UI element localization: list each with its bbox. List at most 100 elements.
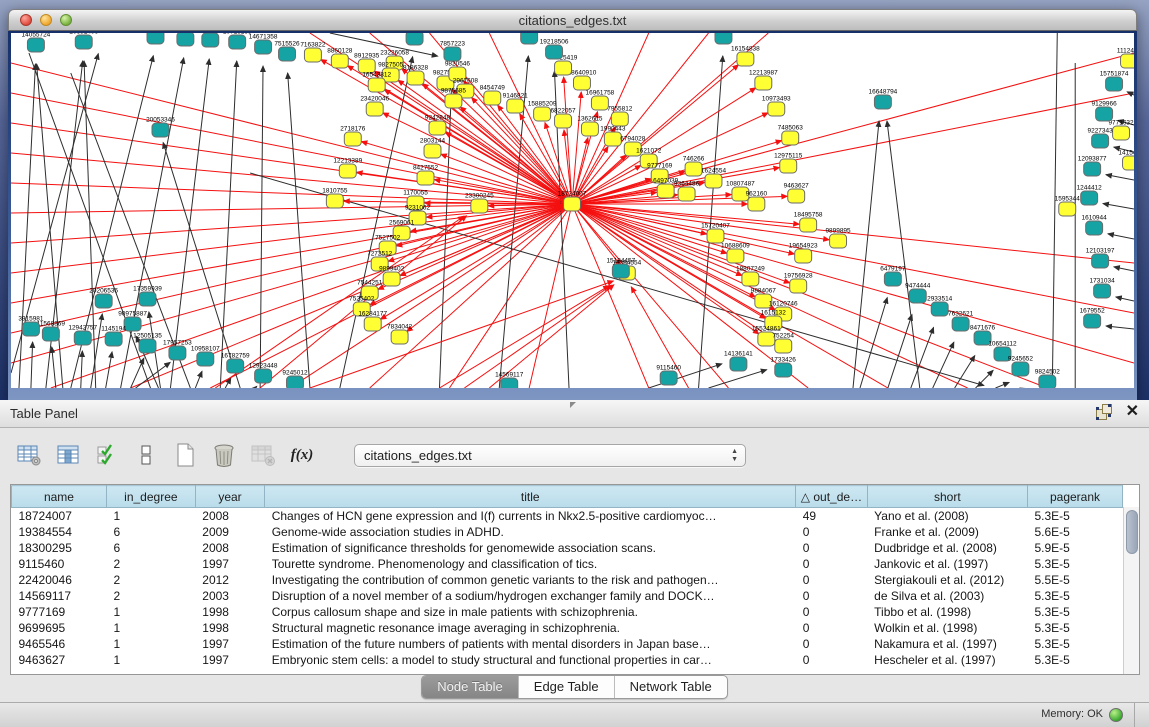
graph-node[interactable] xyxy=(573,76,590,90)
graph-node[interactable] xyxy=(1106,77,1123,91)
graph-node[interactable] xyxy=(255,369,272,383)
graph-node[interactable] xyxy=(383,272,400,286)
graph-node[interactable] xyxy=(1094,284,1111,298)
graph-node[interactable] xyxy=(287,376,304,388)
table-cell[interactable]: 9465546 xyxy=(12,636,107,652)
table-cell[interactable]: 0 xyxy=(796,604,867,620)
graph-node[interactable] xyxy=(782,131,799,145)
graph-node[interactable] xyxy=(705,174,722,188)
scrollbar-thumb[interactable] xyxy=(1126,510,1138,554)
column-chooser-button[interactable] xyxy=(133,442,159,468)
column-header[interactable]: △ out_de… xyxy=(796,486,867,508)
graph-node[interactable] xyxy=(124,317,141,331)
table-row[interactable]: 911546021997Tourette syndrome. Phenomeno… xyxy=(12,556,1123,572)
table-cell[interactable]: 1997 xyxy=(195,636,264,652)
table-cell[interactable]: Estimation of the future numbers of pati… xyxy=(265,636,796,652)
table-cell[interactable]: 1 xyxy=(106,604,195,620)
table-cell[interactable]: 9699695 xyxy=(12,620,107,636)
graph-node[interactable] xyxy=(555,114,572,128)
graph-node[interactable] xyxy=(715,33,732,44)
table-cell[interactable]: 22420046 xyxy=(12,572,107,588)
table-cell[interactable]: 1 xyxy=(106,620,195,636)
table-cell[interactable]: 5.3E-5 xyxy=(1027,508,1122,525)
graph-node[interactable] xyxy=(229,35,246,49)
graph-node[interactable] xyxy=(591,96,608,110)
graph-node[interactable] xyxy=(75,35,92,49)
table-cell[interactable]: Embryonic stem cells: a model to study s… xyxy=(265,652,796,668)
graph-node[interactable] xyxy=(1039,375,1056,388)
table-row[interactable]: 2242004622012Investigating the contribut… xyxy=(12,572,1123,588)
table-cell[interactable]: Wolkin et al. (1998) xyxy=(867,620,1027,636)
graph-node[interactable] xyxy=(255,40,272,54)
table-cell[interactable]: 6 xyxy=(106,524,195,540)
graph-node[interactable] xyxy=(1121,54,1134,68)
table-cell[interactable]: Nakamura et al. (1997) xyxy=(867,636,1027,652)
graph-node[interactable] xyxy=(952,317,969,331)
table-row[interactable]: 946362711997Embryonic stem cells: a mode… xyxy=(12,652,1123,668)
table-cell[interactable]: Investigating the contribution of common… xyxy=(265,572,796,588)
graph-node[interactable] xyxy=(604,132,621,146)
node-table[interactable]: namein_degreeyeartitle△ out_de…shortpage… xyxy=(10,484,1140,675)
graph-node[interactable] xyxy=(22,322,39,336)
delete-table-button[interactable] xyxy=(250,442,276,468)
select-rows-button[interactable] xyxy=(94,442,120,468)
table-cell[interactable]: 1998 xyxy=(195,604,264,620)
table-selector-dropdown[interactable]: citations_edges.txt ▲▼ xyxy=(354,444,746,467)
table-settings-button[interactable] xyxy=(16,442,42,468)
table-cell[interactable]: 1 xyxy=(106,508,195,525)
graph-node[interactable] xyxy=(202,33,219,47)
graph-node[interactable] xyxy=(105,332,122,346)
graph-node[interactable] xyxy=(1084,314,1101,328)
table-cell[interactable]: 2 xyxy=(106,572,195,588)
window-titlebar[interactable]: citations_edges.txt xyxy=(8,9,1137,31)
column-header[interactable]: year xyxy=(195,486,264,508)
graph-node[interactable] xyxy=(612,264,629,278)
graph-node[interactable] xyxy=(484,91,501,105)
graph-node[interactable] xyxy=(1084,162,1101,176)
graph-node[interactable] xyxy=(139,339,156,353)
table-cell[interactable]: 6 xyxy=(106,540,195,556)
graph-node[interactable] xyxy=(660,371,677,385)
graph-node[interactable] xyxy=(546,45,563,59)
table-cell[interactable]: 0 xyxy=(796,620,867,636)
table-cell[interactable]: Franke et al. (2009) xyxy=(867,524,1027,540)
graph-node[interactable] xyxy=(424,144,441,158)
table-cell[interactable]: 5.3E-5 xyxy=(1027,636,1122,652)
show-columns-button[interactable] xyxy=(55,442,81,468)
table-cell[interactable]: 0 xyxy=(796,524,867,540)
table-cell[interactable]: 5.6E-5 xyxy=(1027,524,1122,540)
delete-selected-button[interactable] xyxy=(211,442,237,468)
graph-node[interactable] xyxy=(366,102,383,116)
graph-node[interactable] xyxy=(1059,202,1076,216)
tab-network-table[interactable]: Network Table xyxy=(614,676,727,698)
graph-node[interactable] xyxy=(534,107,551,121)
graph-node[interactable] xyxy=(429,121,446,135)
table-cell[interactable]: 1997 xyxy=(195,652,264,668)
table-cell[interactable]: 5.3E-5 xyxy=(1027,620,1122,636)
table-row[interactable]: 977716911998Corpus callosum shape and si… xyxy=(12,604,1123,620)
table-cell[interactable]: 0 xyxy=(796,636,867,652)
table-cell[interactable]: 2 xyxy=(106,588,195,604)
table-cell[interactable]: Hescheler et al. (1997) xyxy=(867,652,1027,668)
graph-node[interactable] xyxy=(344,132,361,146)
graph-node[interactable] xyxy=(742,272,759,286)
graph-node[interactable] xyxy=(678,187,695,201)
table-cell[interactable]: Disruption of a novel member of a sodium… xyxy=(265,588,796,604)
graph-node[interactable] xyxy=(581,122,598,136)
table-cell[interactable]: 5.3E-5 xyxy=(1027,556,1122,572)
table-cell[interactable]: Estimation of significance thresholds fo… xyxy=(265,540,796,556)
table-vertical-scrollbar[interactable] xyxy=(1123,507,1139,674)
table-cell[interactable]: Stergiakouli et al. (2012) xyxy=(867,572,1027,588)
graph-node[interactable] xyxy=(564,197,581,211)
graph-node[interactable] xyxy=(368,78,385,92)
split-pane-handle[interactable] xyxy=(570,402,576,408)
table-row[interactable]: 946554611997Estimation of the future num… xyxy=(12,636,1123,652)
float-panel-icon[interactable] xyxy=(1096,404,1112,420)
graph-node[interactable] xyxy=(27,38,44,52)
table-cell[interactable]: Tourette syndrome. Phenomenology and cla… xyxy=(265,556,796,572)
graph-node[interactable] xyxy=(177,33,194,46)
graph-node[interactable] xyxy=(471,199,488,213)
table-cell[interactable]: 2012 xyxy=(195,572,264,588)
table-cell[interactable]: de Silva et al. (2003) xyxy=(867,588,1027,604)
graph-node[interactable] xyxy=(331,54,348,68)
